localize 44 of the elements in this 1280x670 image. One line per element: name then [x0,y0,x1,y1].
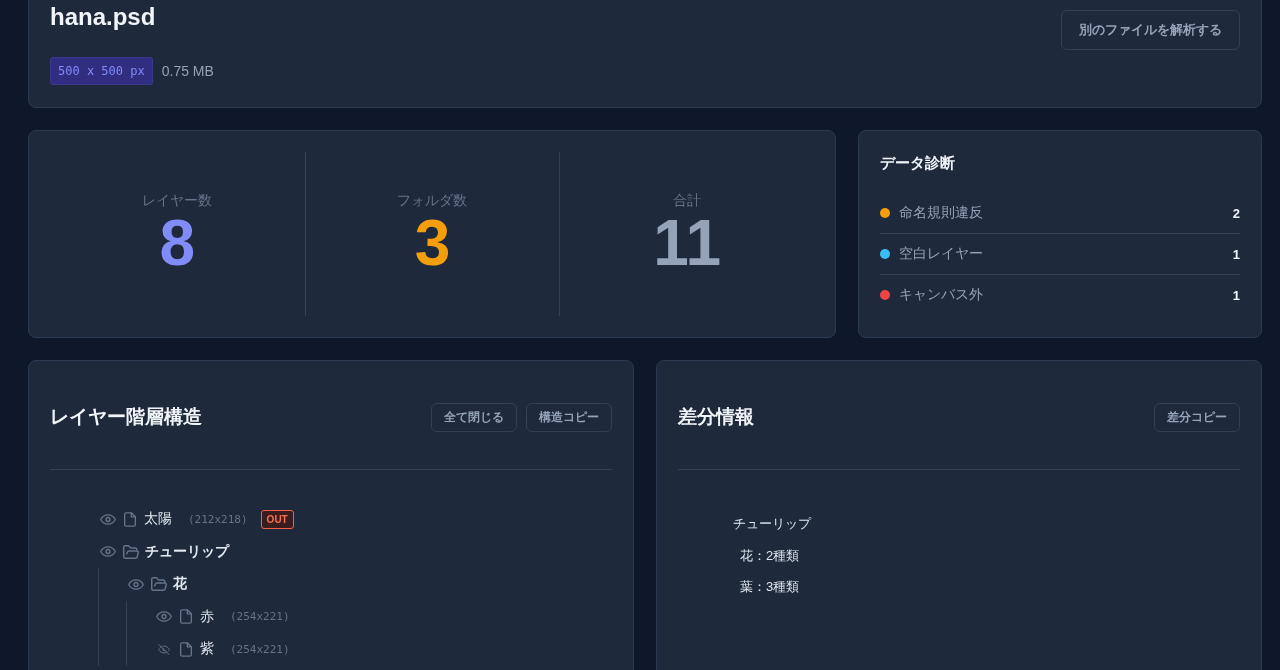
diagnostic-count: 1 [1232,287,1240,303]
file-icon [124,511,136,527]
eye-icon[interactable] [156,611,172,623]
stat-value: 3 [414,212,451,274]
stat-label: 合計 [673,191,702,210]
stat-value: 11 [653,212,721,274]
diff-group-name: チューリップ [733,515,811,533]
file-size-text: 0.75 MB [161,63,214,79]
diagnostics-title: データ診断 [880,153,956,173]
folder-open-icon[interactable] [151,577,167,592]
layer-name: 赤 [200,607,214,626]
diagnostic-label: キャンバス外 [899,286,984,304]
panel-title: レイヤー階層構造 [50,405,202,429]
eye-slash-icon[interactable] [156,643,172,655]
eye-icon[interactable] [128,578,144,590]
copy-diff-button[interactable]: 差分コピー [1154,402,1240,432]
stat-label: フォルダ数 [397,191,468,210]
file-icon [180,641,192,657]
layer-size: (254x221) [230,642,290,656]
diff-line: 葉：3種類 [739,578,800,596]
diagnostic-label: 命名規則違反 [899,204,984,222]
layer-size: (212x218) [188,512,248,526]
panel-title: 差分情報 [678,405,754,429]
diagnostic-count: 2 [1232,205,1240,221]
collapse-all-button[interactable]: 全て閉じる [431,402,517,432]
analyze-another-file-button[interactable]: 別のファイルを解析する [1061,10,1240,50]
stat-value: 8 [159,212,196,274]
eye-icon[interactable] [100,546,116,558]
folder-name: 花 [173,575,187,594]
eye-icon[interactable] [100,513,116,525]
layer-name: 太陽 [144,510,172,529]
stat-label: レイヤー数 [142,191,213,210]
folder-open-icon[interactable] [123,544,139,559]
diagnostic-count: 1 [1232,246,1240,262]
copy-structure-button[interactable]: 構造コピー [526,402,612,432]
layer-name: 紫 [200,640,214,659]
diff-line: 花：2種類 [739,547,800,565]
file-title: hana.psd [50,2,157,31]
folder-name: チューリップ [145,542,229,561]
dimensions-badge: 500 x 500 px [50,57,153,85]
file-icon [180,609,192,625]
layer-size: (254x221) [230,610,290,624]
out-of-canvas-badge: OUT [260,509,294,529]
diagnostic-label: 空白レイヤー [899,245,984,263]
